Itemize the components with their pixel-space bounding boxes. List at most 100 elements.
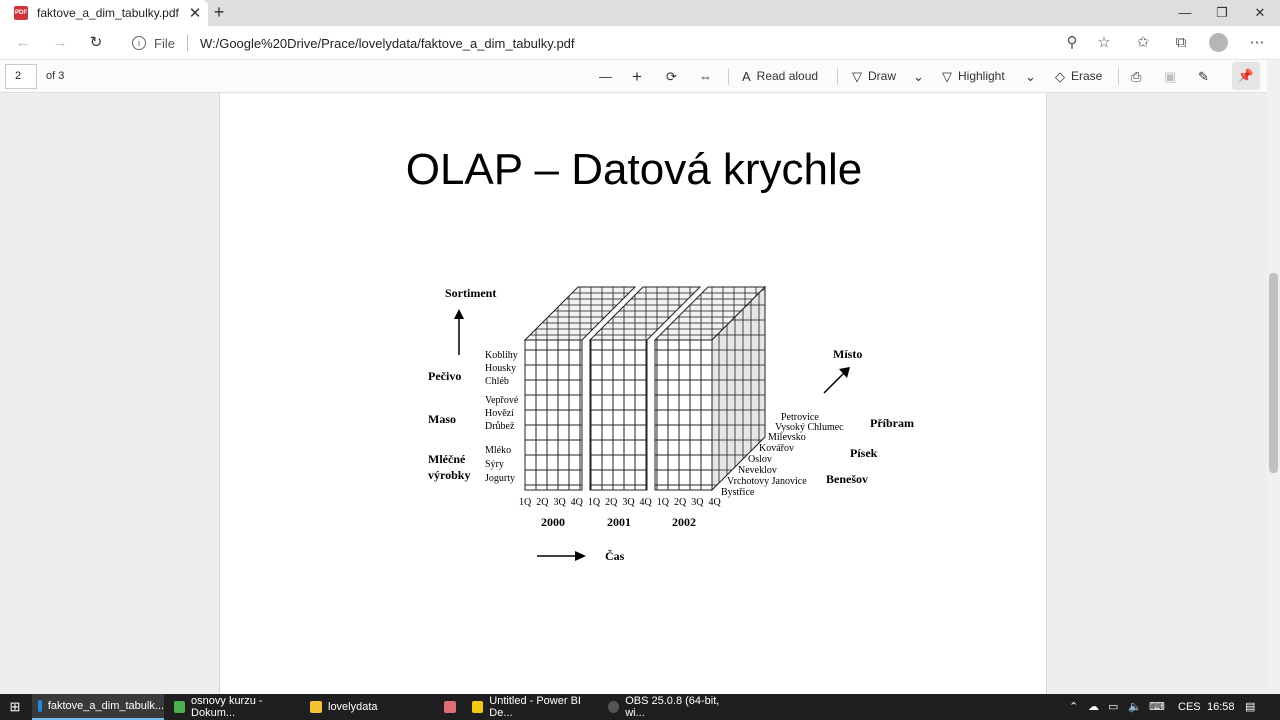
info-icon[interactable]: i bbox=[132, 36, 146, 50]
address-separator bbox=[186, 35, 188, 51]
volume-icon[interactable]: 🔈 bbox=[1128, 694, 1142, 720]
group-mlecne: Mléčné bbox=[428, 452, 466, 466]
url-text[interactable]: W:/Google%20Drive/Prace/lovelydata/fakto… bbox=[200, 36, 575, 51]
notifications-icon[interactable]: ▤ bbox=[1245, 694, 1255, 720]
region-pisek: Písek bbox=[850, 446, 878, 460]
taskbar-item-label: osnovy kurzu - Dokum... bbox=[191, 695, 263, 719]
refresh-icon[interactable]: ↻ bbox=[83, 31, 109, 55]
taskbar-item-chrome[interactable]: osnovy kurzu - Dokum... bbox=[168, 694, 300, 720]
axis-label-cas: Čas bbox=[605, 549, 625, 563]
taskbar-item-folder[interactable]: lovelydata bbox=[304, 694, 404, 720]
toolbar-separator bbox=[1118, 68, 1119, 85]
zoom-out-button[interactable]: — bbox=[599, 65, 618, 88]
tab-strip: PDF faktove_a_dim_tabulky.pdf ✕ + — ❐ ✕ bbox=[0, 0, 1280, 26]
forward-icon[interactable]: → bbox=[47, 31, 73, 55]
scrollbar-thumb[interactable] bbox=[1269, 273, 1278, 473]
address-bar[interactable]: i File W:/Google%20Drive/Prace/lovelydat… bbox=[122, 30, 1052, 56]
draw-options-button[interactable]: ⌄ bbox=[913, 65, 930, 88]
place-neveklov: Neveklov bbox=[738, 465, 777, 476]
zoom-icon[interactable]: ⚲ bbox=[1061, 33, 1083, 55]
erase-button[interactable]: ◇ Erase bbox=[1055, 65, 1102, 88]
product-jogurty: Jogurty bbox=[485, 473, 515, 484]
place-kovarov: Kovářov bbox=[759, 443, 794, 454]
pdf-toolbar: 2 of 3 — + ⟳ ⇔ A Read aloud ▽ Draw ⌄ ▽ H… bbox=[0, 60, 1280, 93]
navigation-bar: ← → ↻ i File W:/Google%20Drive/Prace/lov… bbox=[0, 26, 1280, 60]
taskbar-item-powerbi[interactable]: Untitled - Power BI De... bbox=[466, 694, 600, 720]
group-pecivo: Pečivo bbox=[428, 369, 461, 383]
taskbar-item-label: lovelydata bbox=[328, 701, 378, 713]
edge-icon bbox=[38, 700, 42, 712]
toolbar-separator bbox=[837, 68, 838, 85]
print-icon: ⎙ bbox=[1131, 69, 1142, 84]
product-syry: Sýry bbox=[485, 459, 504, 470]
eraser-icon: ◇ bbox=[1055, 69, 1065, 84]
pin-toolbar-button[interactable]: 📌 bbox=[1232, 62, 1260, 90]
close-window-icon[interactable]: ✕ bbox=[1241, 0, 1279, 26]
highlight-options-button[interactable]: ⌄ bbox=[1025, 65, 1042, 88]
save-button[interactable]: ▣ bbox=[1164, 65, 1182, 88]
fit-width-icon: ⇔ bbox=[699, 69, 712, 84]
region-pribram: Příbram bbox=[870, 416, 914, 430]
product-chleb: Chléb bbox=[485, 376, 509, 387]
taskbar-item-app[interactable] bbox=[438, 694, 464, 720]
print-button[interactable]: ⎙ bbox=[1131, 65, 1147, 88]
group-vyrobky: výrobky bbox=[428, 468, 470, 482]
save-as-button[interactable]: ✎ bbox=[1198, 65, 1215, 88]
back-icon[interactable]: ← bbox=[10, 31, 36, 55]
profile-avatar[interactable] bbox=[1209, 33, 1228, 52]
read-aloud-label: Read aloud bbox=[756, 69, 819, 83]
language-indicator[interactable]: CES bbox=[1178, 694, 1201, 720]
highlight-label: Highlight bbox=[958, 69, 1005, 83]
fit-page-button[interactable]: ⇔ bbox=[699, 65, 718, 88]
year-2000: 2000 bbox=[541, 515, 565, 529]
year-2002: 2002 bbox=[672, 515, 696, 529]
taskbar-item-edge[interactable]: faktove_a_dim_tabulk... bbox=[32, 694, 164, 720]
pdf-file-icon: PDF bbox=[14, 6, 28, 20]
chrome-icon bbox=[174, 701, 186, 713]
axis-label-sortiment: Sortiment bbox=[445, 286, 496, 300]
windows-icon: ⊞ bbox=[9, 699, 21, 714]
battery-icon[interactable]: ▭ bbox=[1108, 694, 1118, 720]
favorites-icon[interactable]: ✩ bbox=[1132, 33, 1154, 55]
plus-icon: + bbox=[632, 67, 642, 86]
taskbar-item-label: faktove_a_dim_tabulk... bbox=[47, 700, 164, 712]
taskbar-item-label: OBS 25.0.8 (64-bit, wi... bbox=[625, 695, 720, 719]
highlight-button[interactable]: ▽ Highlight bbox=[942, 65, 1005, 88]
place-milevsko: Milevsko bbox=[768, 432, 806, 443]
obs-icon bbox=[608, 701, 620, 713]
close-tab-icon[interactable]: ✕ bbox=[182, 4, 208, 22]
zoom-in-button[interactable]: + bbox=[632, 65, 648, 88]
taskbar: ⊞ faktove_a_dim_tabulk... osnovy kurzu -… bbox=[0, 694, 1280, 720]
place-vrchotovy-janovice: Vrchotovy Janovice bbox=[727, 476, 807, 487]
region-benesov: Benešov bbox=[826, 472, 868, 486]
tab-title: faktove_a_dim_tabulky.pdf bbox=[37, 6, 179, 20]
collections-icon[interactable]: ⧉ bbox=[1170, 33, 1192, 55]
clock[interactable]: 16:58 bbox=[1207, 694, 1235, 720]
maximize-icon[interactable]: ❐ bbox=[1203, 0, 1241, 26]
product-drubez: Drůbež bbox=[485, 421, 515, 432]
rotate-icon: ⟳ bbox=[666, 69, 677, 84]
rotate-button[interactable]: ⟳ bbox=[666, 65, 683, 88]
taskbar-item-label: Untitled - Power BI De... bbox=[489, 695, 581, 719]
cloud-icon[interactable]: ☁ bbox=[1088, 694, 1099, 720]
minimize-icon[interactable]: — bbox=[1166, 0, 1204, 26]
minus-icon: — bbox=[599, 69, 612, 84]
more-icon[interactable]: ⋯ bbox=[1246, 33, 1268, 55]
tab-active[interactable]: PDF faktove_a_dim_tabulky.pdf ✕ bbox=[0, 0, 208, 26]
product-mleko: Mléko bbox=[485, 445, 511, 456]
favorite-star-icon[interactable]: ☆ bbox=[1093, 33, 1115, 55]
draw-button[interactable]: ▽ Draw bbox=[852, 65, 896, 88]
new-tab-button[interactable]: + bbox=[208, 0, 230, 26]
chevron-down-icon: ⌄ bbox=[1025, 69, 1036, 84]
product-koblihy: Koblihy bbox=[485, 350, 518, 361]
show-hidden-icons[interactable]: ⌃ bbox=[1069, 694, 1078, 720]
save-icon: ▣ bbox=[1164, 69, 1177, 84]
keyboard-icon[interactable]: ⌨ bbox=[1149, 694, 1165, 720]
start-button[interactable]: ⊞ bbox=[0, 694, 30, 720]
page-number-input[interactable]: 2 bbox=[5, 64, 37, 89]
url-scheme: File bbox=[154, 35, 175, 51]
taskbar-item-obs[interactable]: OBS 25.0.8 (64-bit, wi... bbox=[602, 694, 734, 720]
read-aloud-button[interactable]: A Read aloud bbox=[742, 65, 818, 88]
slide-title: OLAP – Datová krychle bbox=[405, 145, 863, 194]
pin-icon: 📌 bbox=[1237, 68, 1255, 83]
